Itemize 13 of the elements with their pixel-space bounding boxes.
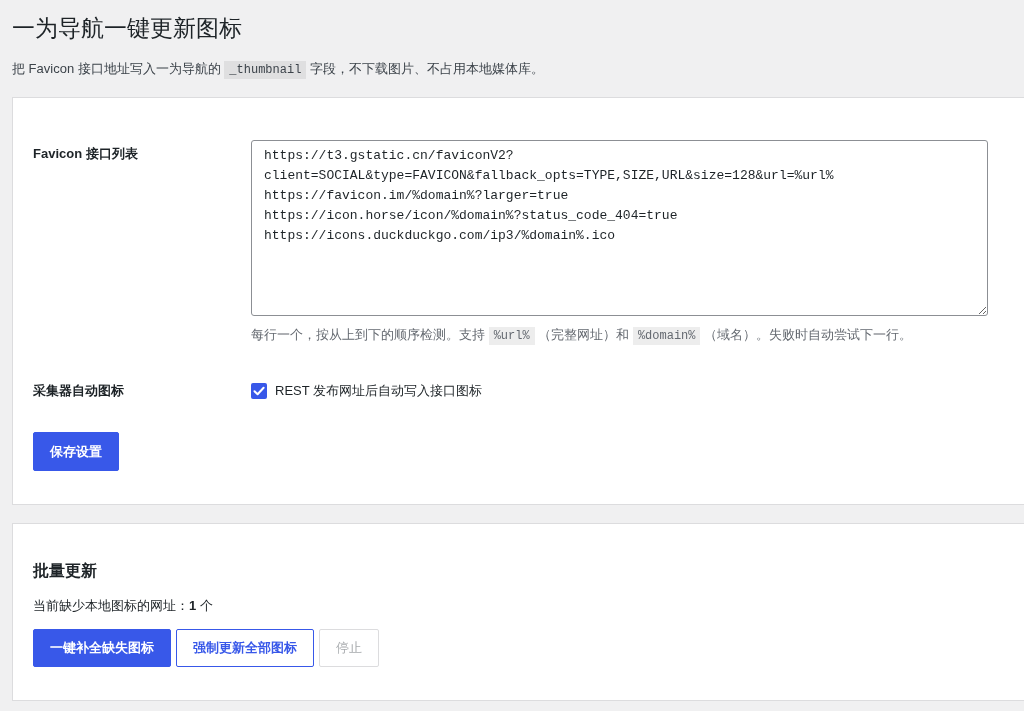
field-label: 采集器自动图标 [33,382,125,400]
section-heading: 批量更新 [33,561,98,581]
action-button[interactable]: 强制更新全部图标 [176,629,314,667]
favicon-list-textarea[interactable]: https://t3.gstatic.cn/faviconV2?client=SOCIAL&type=FAVICON&fallback_opts=TYPE,SIZE,URL&size=128&url=%url% https://favicon.im/%domain%?larger=true https://icon.horse/icon/%domain%?status_code_404=true https://icons.duckduckgo.com/ip3/%domain%.ico [251,140,988,316]
page-description: 把 Favicon 接口地址写入一为导航的 _thumbnail 字段，不下载图片、不占用本地媒体库。 [12,60,545,80]
checkbox[interactable] [251,383,267,399]
save-settings-button[interactable]: 保存设置 [33,432,119,471]
checkbox-label: REST 发布网址后自动写入接口图标 [275,382,483,400]
status-text: 当前缺少本地图标的网址：1 个 [33,597,214,615]
field-label: Favicon 接口列表 [33,145,139,163]
page-title: 一为导航一键更新图标 [12,14,243,43]
action-button[interactable]: 一键补全缺失图标 [33,629,171,667]
help-text: 每行一个，按从上到下的顺序检测。支持 %url% （完整网址）和 %domain% （域名）。失败时自动尝试下一行。 [251,326,914,346]
